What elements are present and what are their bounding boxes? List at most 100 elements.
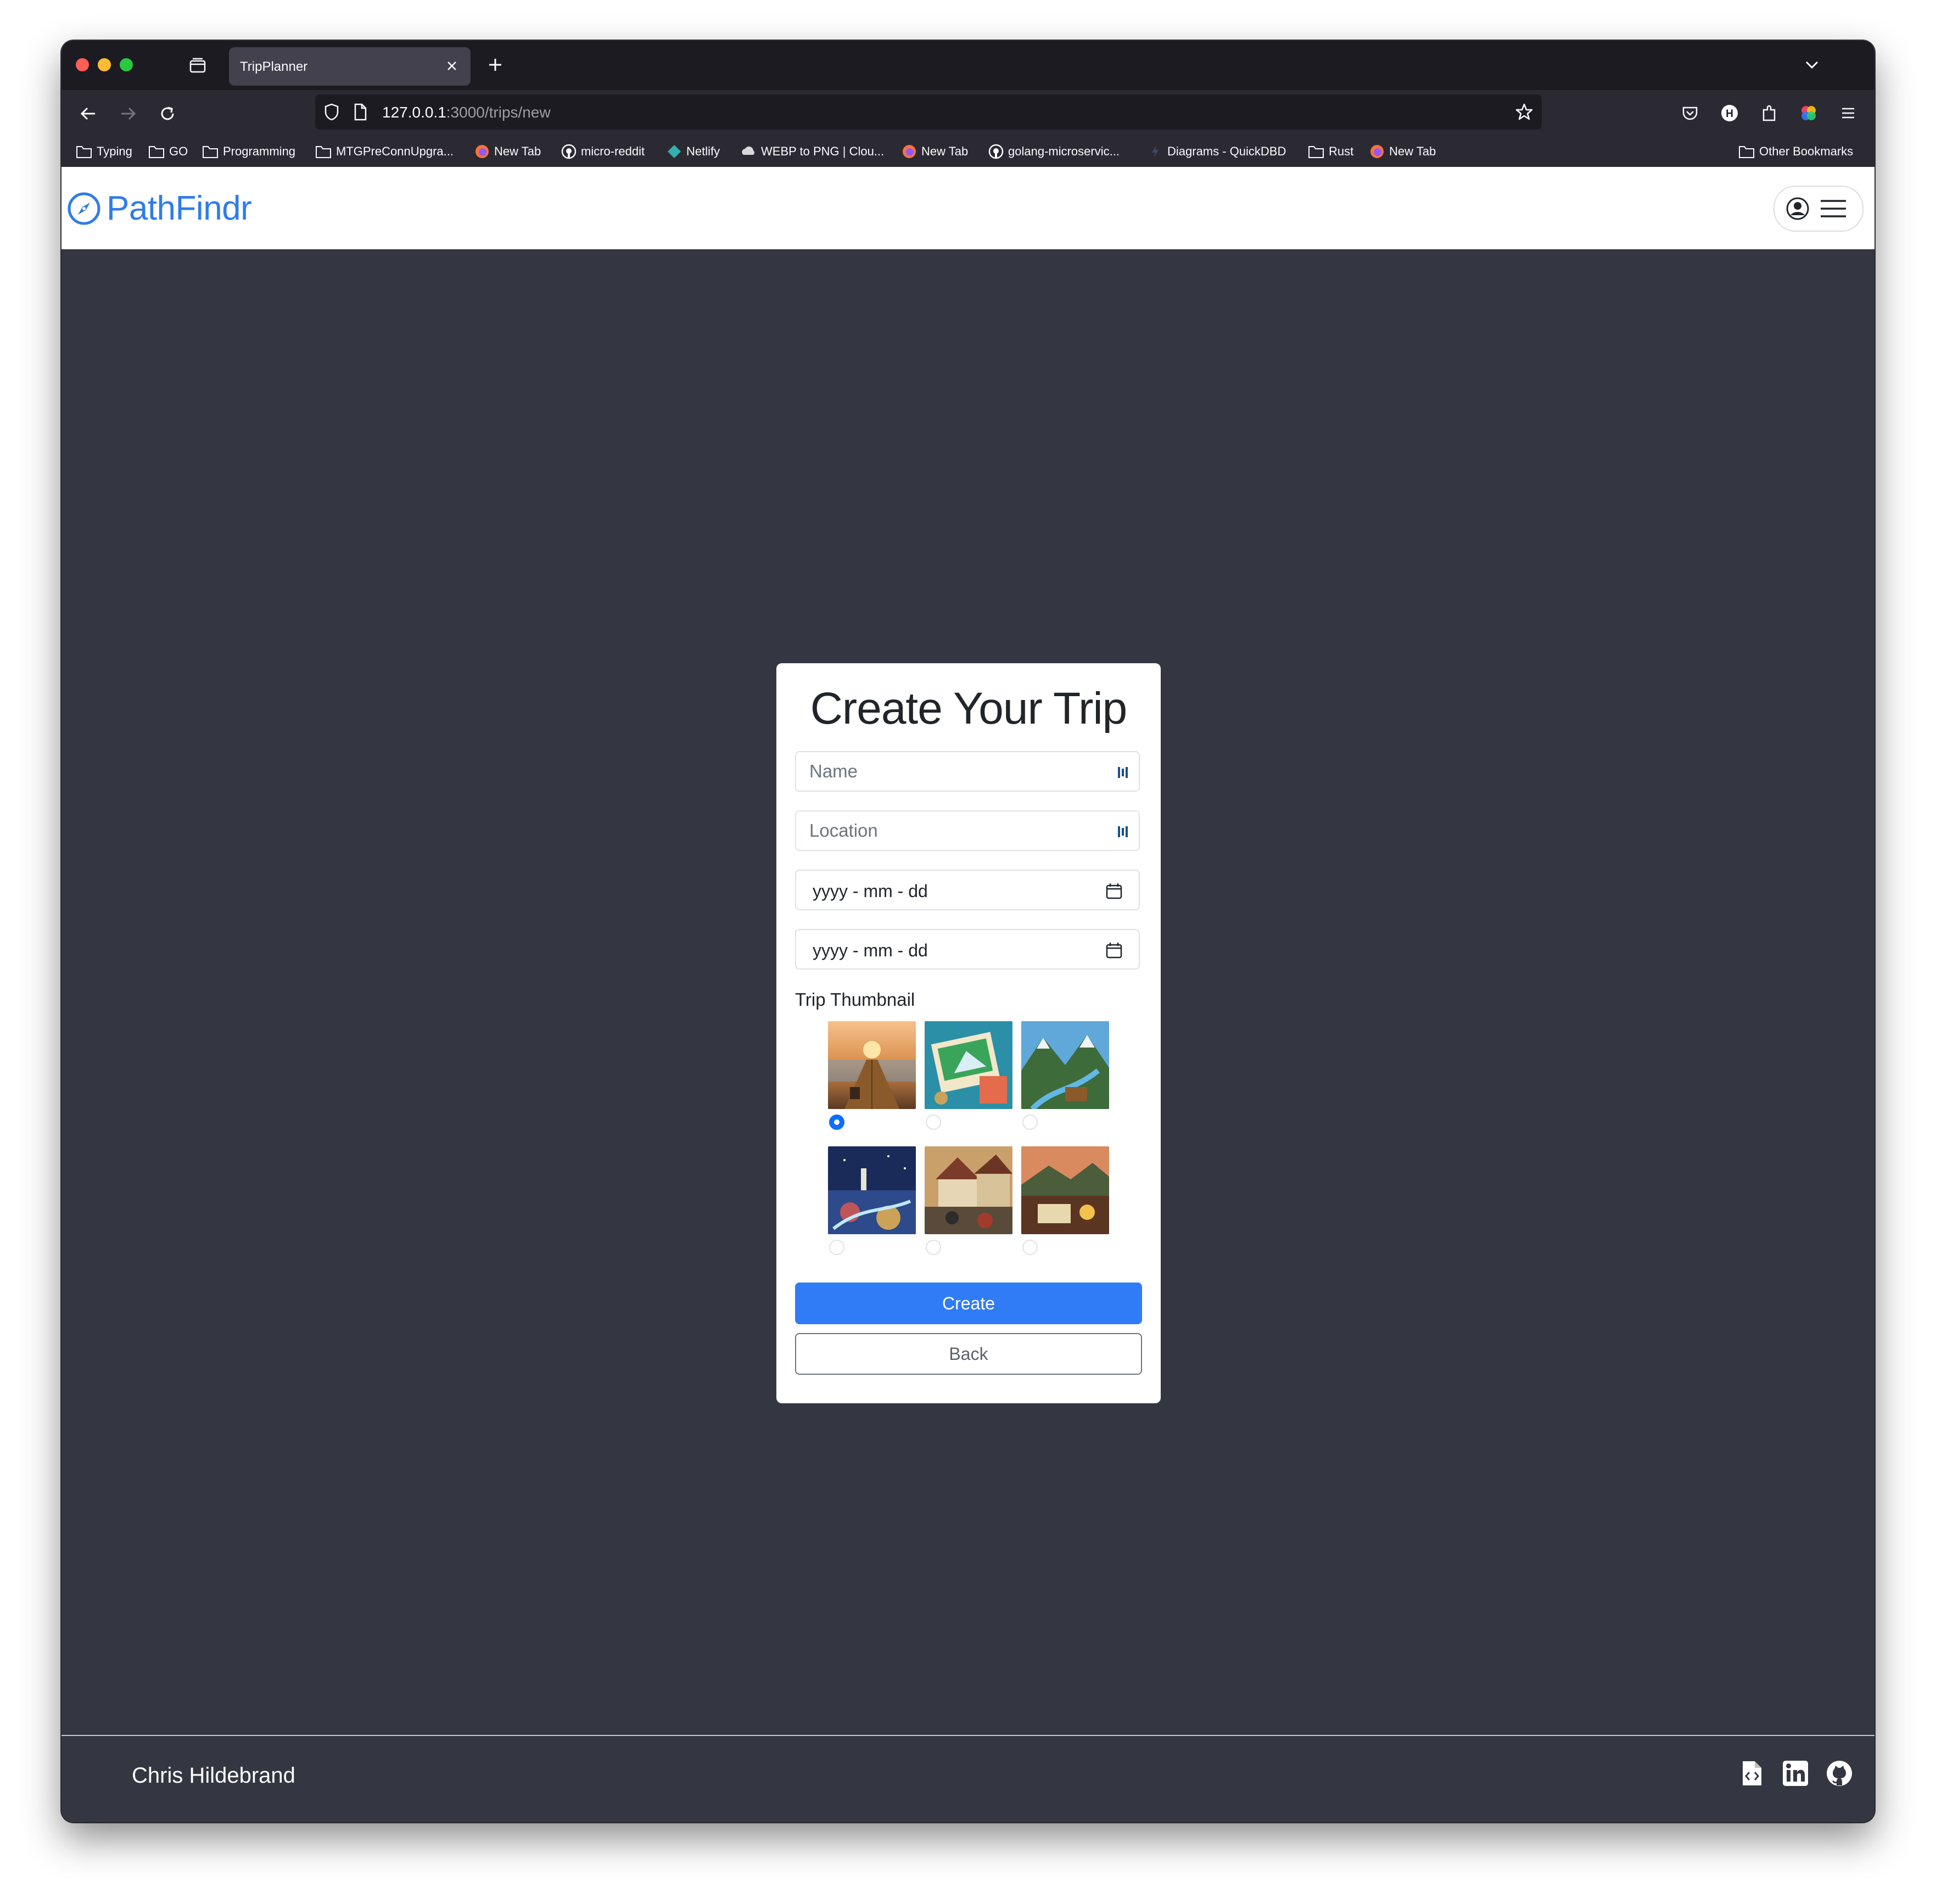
thumbnail-pier-sunset[interactable] <box>828 1021 916 1109</box>
minimize-window-button[interactable] <box>98 58 111 71</box>
thumbnail-radio-3[interactable] <box>1022 1115 1038 1130</box>
folder-icon <box>76 146 92 158</box>
navigation-toolbar: 127.0.0.1:3000/trips/new H <box>61 90 1875 137</box>
plus-icon[interactable] <box>484 54 506 76</box>
close-icon[interactable] <box>441 55 463 77</box>
shield-icon[interactable] <box>321 101 343 123</box>
forward-arrow-icon[interactable] <box>116 102 139 125</box>
page-content: PathFindr Create Your Trip Name Location… <box>61 167 1875 1822</box>
thumbnail-mountain-valley[interactable] <box>1021 1021 1109 1109</box>
bookmark-quickdbd[interactable]: Diagrams - QuickDBD <box>1148 142 1286 161</box>
thumbnail-radio-6[interactable] <box>1022 1240 1038 1255</box>
bookmark-new-tab-3[interactable]: New Tab <box>1369 142 1436 161</box>
url-host: 127.0.0.1 <box>382 104 446 121</box>
firefox-icon <box>1370 145 1384 158</box>
url-path: :3000/trips/new <box>446 104 551 121</box>
back-arrow-icon[interactable] <box>77 102 100 125</box>
resume-icon[interactable] <box>1737 1759 1766 1788</box>
site-footer: Chris Hildebrand <box>61 1735 1875 1822</box>
thumbnail-cozy-travel-desk[interactable] <box>1021 1146 1109 1234</box>
brand-name: PathFindr <box>107 189 252 227</box>
bookmark-new-tab-2[interactable]: New Tab <box>902 142 968 161</box>
calendar-icon[interactable] <box>1105 882 1123 900</box>
github-icon <box>561 144 577 159</box>
hamburger-menu-icon[interactable] <box>1837 102 1859 124</box>
password-manager-icon[interactable] <box>1115 763 1133 782</box>
bookmark-label: MTGPreConnUpgra... <box>336 144 454 158</box>
github-icon[interactable] <box>1825 1759 1854 1788</box>
user-circle-icon <box>1786 197 1809 220</box>
firefox-icon <box>903 145 916 158</box>
bookmark-typing[interactable]: Typing <box>76 142 132 161</box>
thumbnail-radio-1[interactable] <box>829 1115 844 1130</box>
reload-icon[interactable] <box>156 102 179 125</box>
thumbnail-label: Trip Thumbnail <box>795 989 915 1010</box>
thumbnail-radio-5[interactable] <box>926 1240 941 1255</box>
trip-location-field[interactable] <box>795 810 1140 851</box>
thumbnail-radio-4[interactable] <box>829 1240 844 1255</box>
tab-tripplanner[interactable]: TripPlanner <box>229 47 471 86</box>
bookmark-new-tab-1[interactable]: New Tab <box>474 142 541 161</box>
footer-author-name: Chris Hildebrand <box>132 1763 295 1788</box>
bookmark-label: golang-microservic... <box>1008 144 1120 158</box>
thumbnail-map-postcards[interactable] <box>925 1021 1012 1109</box>
folder-icon <box>149 146 164 158</box>
bookmark-other-bookmarks[interactable]: Other Bookmarks <box>1738 142 1853 161</box>
color-picker-icon[interactable] <box>1798 102 1820 124</box>
star-icon[interactable] <box>1513 101 1535 123</box>
chevron-down-icon[interactable] <box>1801 54 1823 76</box>
bookmarks-toolbar: Typing GO Programming MTGPreConnUpgra...… <box>61 137 1875 167</box>
bookmark-label: Diagrams - QuickDBD <box>1167 144 1286 158</box>
quickdbd-icon <box>1152 145 1159 158</box>
folder-icon <box>316 146 331 158</box>
bookmark-label: New Tab <box>1389 144 1436 158</box>
thumbnail-night-city-lights[interactable] <box>828 1146 916 1234</box>
pocket-icon[interactable] <box>1679 102 1701 124</box>
tab-groups-icon[interactable] <box>188 56 208 76</box>
bookmark-label: New Tab <box>921 144 969 158</box>
create-trip-card: Create Your Trip yyyy - mm - dd <box>776 663 1161 1403</box>
bookmark-micro-reddit[interactable]: micro-reddit <box>561 142 645 161</box>
folder-icon <box>1739 146 1754 158</box>
bookmark-rust[interactable]: Rust <box>1308 142 1353 161</box>
bookmark-label: Netlify <box>686 144 720 158</box>
bookmark-mtgpreconn[interactable]: MTGPreConnUpgra... <box>315 142 454 161</box>
trip-name-input[interactable] <box>796 752 1139 791</box>
password-manager-icon[interactable] <box>1115 822 1133 841</box>
extension-h-icon[interactable]: H <box>1719 102 1741 124</box>
url-bar[interactable]: 127.0.0.1:3000/trips/new <box>315 94 1542 130</box>
maximize-window-button[interactable] <box>120 58 133 71</box>
hamburger-menu-icon <box>1821 200 1846 217</box>
trip-name-field[interactable] <box>795 751 1140 792</box>
tab-strip: TripPlanner <box>61 41 1875 90</box>
bookmark-programming[interactable]: Programming <box>202 142 295 161</box>
back-button[interactable]: Back <box>795 1333 1142 1375</box>
bookmark-webp-to-png[interactable]: WEBP to PNG | Clou... <box>740 142 884 161</box>
thumbnail-radio-2[interactable] <box>926 1115 941 1130</box>
page-icon[interactable] <box>349 101 371 123</box>
bookmark-label: Rust <box>1329 144 1354 158</box>
close-window-button[interactable] <box>76 58 89 71</box>
linkedin-icon[interactable] <box>1781 1759 1810 1788</box>
end-date-field[interactable]: yyyy - mm - dd <box>795 929 1140 970</box>
url-text: 127.0.0.1:3000/trips/new <box>382 104 551 121</box>
bookmark-golang-microservices[interactable]: golang-microservic... <box>988 142 1120 161</box>
bookmark-label: Typing <box>97 144 132 158</box>
bookmark-label: New Tab <box>494 144 541 158</box>
start-date-field[interactable]: yyyy - mm - dd <box>795 870 1140 910</box>
tab-title: TripPlanner <box>240 59 308 74</box>
user-menu-button[interactable] <box>1773 186 1864 232</box>
thumbnail-old-town-market[interactable] <box>925 1146 1012 1234</box>
bookmark-go[interactable]: GO <box>148 142 188 161</box>
create-button[interactable]: Create <box>795 1283 1142 1324</box>
brand-logo-link[interactable]: PathFindr <box>67 189 252 228</box>
calendar-icon[interactable] <box>1105 941 1123 960</box>
svg-text:H: H <box>1726 108 1733 120</box>
bookmark-netlify[interactable]: Netlify <box>667 142 720 161</box>
start-date-placeholder: yyyy - mm - dd <box>813 881 928 901</box>
end-date-placeholder: yyyy - mm - dd <box>813 940 928 960</box>
extensions-puzzle-icon[interactable] <box>1758 102 1780 124</box>
trip-location-input[interactable] <box>796 811 1139 850</box>
compass-icon <box>68 192 100 225</box>
browser-window: TripPlanner 127.0.0.1:3000/trips/new H T… <box>61 41 1875 1822</box>
